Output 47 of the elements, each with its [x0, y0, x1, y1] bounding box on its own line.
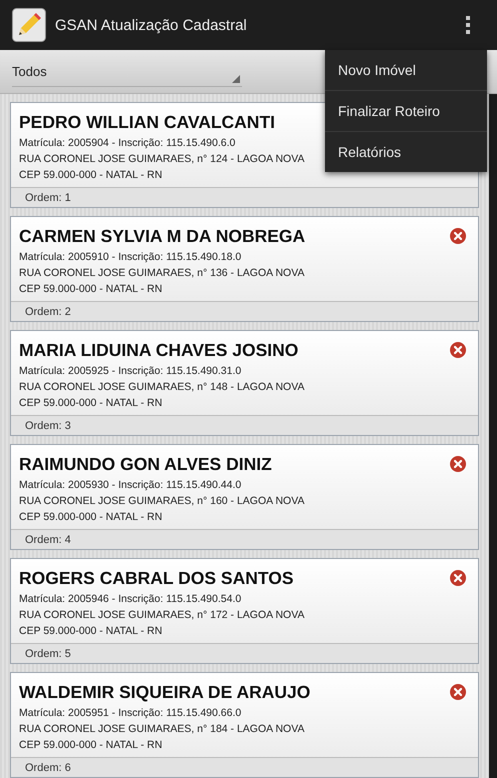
owner-name: CARMEN SYLVIA M DA NOBREGA: [19, 226, 306, 246]
postal-code-text: CEP 59.000-000 - NATAL - RN: [19, 624, 162, 639]
property-card[interactable]: ROGERS CABRAL DOS SANTOS Matrícula: 2005946 - Inscrição: 115.15.490.54.0 RUA CORONEL JOSE GUIMARAES, n° 172 - LAGOA NOVA CEP 59.000-000 - NATAL - RN Ordem: 5: [10, 558, 479, 664]
address-text: RUA CORONEL JOSE GUIMARAES, n° 148 - LAGOA NOVA: [19, 380, 304, 395]
remove-icon[interactable]: [450, 684, 466, 700]
order-label: Ordem: 4: [25, 534, 71, 546]
overflow-menu-icon[interactable]: [465, 16, 471, 34]
registration-text: Matrícula: 2005951 - Inscrição: 115.15.490.66.0: [19, 706, 242, 721]
address-text: RUA CORONEL JOSE GUIMARAES, n° 172 - LAGOA NOVA: [19, 608, 304, 623]
property-card[interactable]: RAIMUNDO GON ALVES DINIZ Matrícula: 2005930 - Inscrição: 115.15.490.44.0 RUA CORONEL JOSE GUIMARAES, n° 160 - LAGOA NOVA CEP 59.000-000 - NATAL - RN Ordem: 4: [10, 444, 479, 550]
address-text: RUA CORONEL JOSE GUIMARAES, n° 184 - LAGOA NOVA: [19, 722, 304, 737]
postal-code-text: CEP 59.000-000 - NATAL - RN: [19, 510, 162, 525]
filter-dropdown[interactable]: Todos: [12, 56, 242, 87]
property-card[interactable]: MARIA LIDUINA CHAVES JOSINO Matrícula: 2005925 - Inscrição: 115.15.490.31.0 RUA CORONEL JOSE GUIMARAES, n° 148 - LAGOA NOVA CEP 59.000-000 - NATAL - RN Ordem: 3: [10, 330, 479, 436]
registration-text: Matrícula: 2005946 - Inscrição: 115.15.490.54.0: [19, 592, 242, 607]
owner-name: ROGERS CABRAL DOS SANTOS: [19, 568, 294, 588]
address-text: RUA CORONEL JOSE GUIMARAES, n° 160 - LAGOA NOVA: [19, 494, 304, 509]
postal-code-text: CEP 59.000-000 - NATAL - RN: [19, 282, 162, 297]
dropdown-arrow-icon: [232, 75, 240, 83]
remove-icon[interactable]: [450, 456, 466, 472]
postal-code-text: CEP 59.000-000 - NATAL - RN: [19, 738, 162, 753]
registration-text: Matrícula: 2005904 - Inscrição: 115.15.490.6.0: [19, 136, 236, 151]
remove-icon[interactable]: [450, 228, 466, 244]
address-text: RUA CORONEL JOSE GUIMARAES, n° 136 - LAGOA NOVA: [19, 266, 304, 281]
property-card[interactable]: WALDEMIR SIQUEIRA DE ARAUJO Matrícula: 2005951 - Inscrição: 115.15.490.66.0 RUA CORONEL JOSE GUIMARAES, n° 184 - LAGOA NOVA CEP 59.000-000 - NATAL - RN Ordem: 6: [10, 672, 479, 778]
address-text: RUA CORONEL JOSE GUIMARAES, n° 124 - LAGOA NOVA: [19, 152, 304, 167]
app-title: GSAN Atualização Cadastral: [55, 16, 248, 34]
owner-name: MARIA LIDUINA CHAVES JOSINO: [19, 340, 298, 360]
postal-code-text: CEP 59.000-000 - NATAL - RN: [19, 168, 162, 183]
order-label: Ordem: 2: [25, 306, 71, 318]
remove-icon[interactable]: [450, 342, 466, 358]
owner-name: RAIMUNDO GON ALVES DINIZ: [19, 454, 272, 474]
remove-icon[interactable]: [450, 570, 466, 586]
order-label: Ordem: 5: [25, 648, 71, 660]
registration-text: Matrícula: 2005930 - Inscrição: 115.15.490.44.0: [19, 478, 242, 493]
menu-item[interactable]: Novo Imóvel: [325, 50, 487, 91]
owner-name: PEDRO WILLIAN CAVALCANTI: [19, 112, 275, 132]
order-label: Ordem: 3: [25, 420, 71, 432]
order-label: Ordem: 1: [25, 192, 71, 204]
order-label: Ordem: 6: [25, 762, 71, 774]
property-card[interactable]: CARMEN SYLVIA M DA NOBREGA Matrícula: 2005910 - Inscrição: 115.15.490.18.0 RUA CORONEL JOSE GUIMARAES, n° 136 - LAGOA NOVA CEP 59.000-000 - NATAL - RN Ordem: 2: [10, 216, 479, 322]
owner-name: WALDEMIR SIQUEIRA DE ARAUJO: [19, 682, 310, 702]
registration-text: Matrícula: 2005925 - Inscrição: 115.15.490.31.0: [19, 364, 242, 379]
registration-text: Matrícula: 2005910 - Inscrição: 115.15.490.18.0: [19, 250, 242, 265]
postal-code-text: CEP 59.000-000 - NATAL - RN: [19, 396, 162, 411]
pencil-icon[interactable]: [12, 8, 46, 42]
menu-item[interactable]: Finalizar Roteiro: [325, 91, 487, 132]
